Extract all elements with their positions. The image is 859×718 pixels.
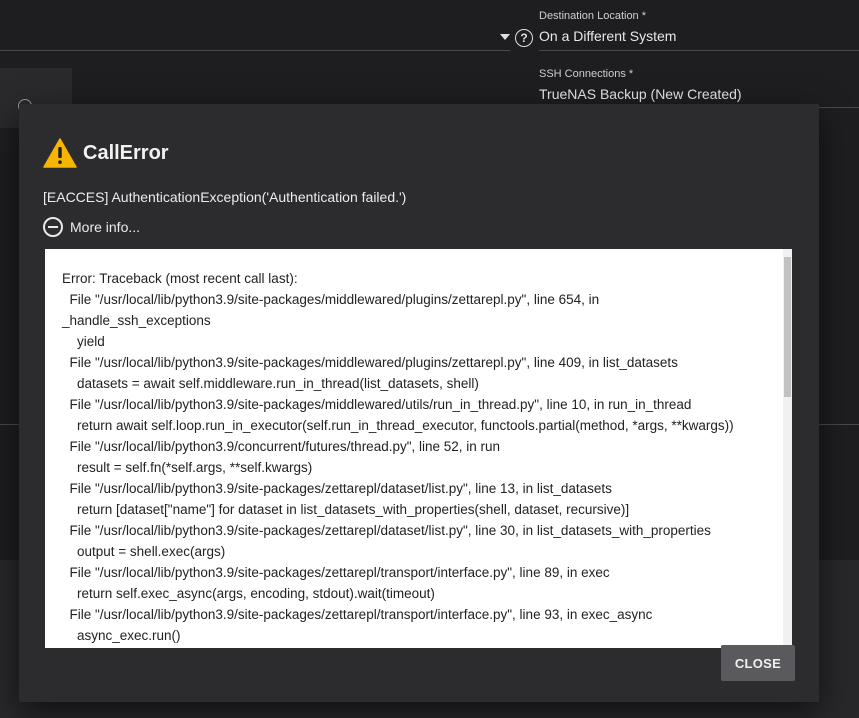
- help-icon[interactable]: ?: [515, 29, 533, 47]
- more-info-toggle[interactable]: More info...: [43, 217, 140, 237]
- mid-right-divider: [819, 424, 859, 425]
- traceback-line: File "/usr/local/lib/python3.9/site-pack…: [62, 565, 610, 580]
- ssh-connections-select[interactable]: TrueNAS Backup (New Created): [539, 86, 742, 102]
- close-button[interactable]: CLOSE: [721, 645, 795, 681]
- traceback-line: _handle_ssh_exceptions: [62, 313, 211, 328]
- chevron-down-icon[interactable]: [500, 34, 510, 40]
- traceback-line: File "/usr/local/lib/python3.9/site-pack…: [62, 523, 711, 538]
- traceback-line: File "/usr/local/lib/python3.9/site-pack…: [62, 481, 612, 496]
- traceback-line: return await self.loop.run_in_executor(s…: [62, 418, 734, 433]
- destination-location-select[interactable]: On a Different System: [539, 28, 676, 44]
- minus-circle-icon[interactable]: [43, 217, 63, 237]
- dialog-title: CallError: [83, 141, 169, 164]
- more-info-label[interactable]: More info...: [70, 219, 140, 235]
- traceback-scrollbar[interactable]: [783, 249, 792, 648]
- traceback-line: File "/usr/local/lib/python3.9/site-pack…: [62, 292, 600, 307]
- traceback-line: File "/usr/local/lib/python3.9/site-pack…: [62, 607, 653, 622]
- scrollbar-thumb[interactable]: [784, 257, 791, 397]
- traceback-line: result = self.fn(*self.args, **self.kwar…: [62, 460, 313, 475]
- mid-left-divider: [0, 424, 19, 425]
- traceback-text: Error: Traceback (most recent call last)…: [45, 249, 792, 646]
- traceback-line: Error: Traceback (most recent call last)…: [62, 271, 298, 286]
- destination-location-underline: [539, 50, 859, 51]
- traceback-line: async_exec.run(): [62, 628, 181, 643]
- ssh-connections-label: SSH Connections *: [539, 68, 634, 80]
- traceback-line: yield: [62, 334, 105, 349]
- dialog-header: CallError: [43, 138, 169, 168]
- traceback-line: File "/usr/local/lib/python3.9/concurren…: [62, 439, 501, 454]
- traceback-line: datasets = await self.middleware.run_in_…: [62, 376, 479, 391]
- top-left-divider: [0, 50, 510, 51]
- destination-location-label: Destination Location *: [539, 10, 647, 22]
- traceback-line: output = shell.exec(args): [62, 544, 226, 559]
- error-dialog: CallError [EACCES] AuthenticationExcepti…: [19, 104, 819, 702]
- traceback-line: return self.exec_async(args, encoding, s…: [62, 586, 435, 601]
- warning-icon: [43, 138, 77, 168]
- traceback-panel[interactable]: Error: Traceback (most recent call last)…: [45, 249, 792, 648]
- error-message: [EACCES] AuthenticationException('Authen…: [43, 189, 407, 205]
- traceback-line: File "/usr/local/lib/python3.9/site-pack…: [62, 397, 692, 412]
- traceback-line: File "/usr/local/lib/python3.9/site-pack…: [62, 355, 678, 370]
- traceback-line: return [dataset["name"] for dataset in l…: [62, 502, 630, 517]
